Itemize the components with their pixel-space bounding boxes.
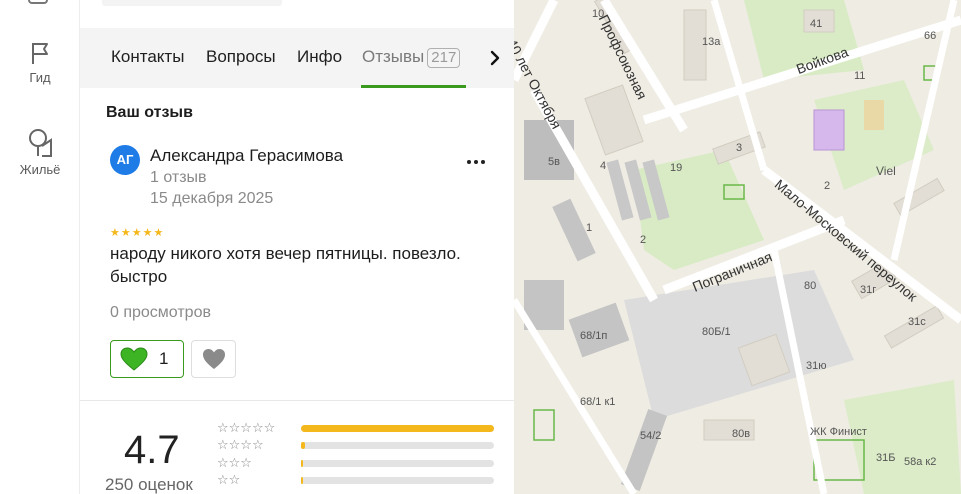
review-views: 0 просмотров — [110, 304, 211, 321]
rating-count: 250 оценок — [105, 475, 193, 494]
map-label: 1 — [586, 222, 593, 234]
map-label: 19 — [670, 162, 683, 174]
map-label: 68/1 к1 — [580, 396, 616, 408]
map-label: 11 — [854, 70, 866, 82]
map-label: 54/2 — [640, 430, 662, 442]
avatar[interactable]: АГ — [110, 145, 140, 175]
dislike-button[interactable] — [191, 340, 236, 378]
dist-bar-track — [301, 442, 494, 449]
map-label: Viel — [876, 164, 896, 178]
dist-bar-track — [301, 425, 494, 432]
dist-bar-fill — [301, 425, 494, 432]
map-view[interactable]: 40 лет Октября Профсоюзная Войкова Погра… — [514, 0, 961, 494]
review-author[interactable]: Александра Герасимова — [150, 146, 343, 166]
rail-item-housing-label: Жильё — [19, 162, 61, 177]
rail-top-icon-fragment — [28, 0, 48, 4]
review-rating-stars: ★★★★★ — [110, 227, 165, 239]
like-count: 1 — [159, 349, 169, 368]
dist-stars-label: ☆☆☆☆ — [217, 437, 264, 452]
tab-reviews[interactable]: Отзывы 217 — [362, 47, 461, 68]
review-date: 15 декабря 2025 — [150, 190, 274, 207]
house-tree-icon — [29, 129, 52, 157]
dist-bar-track — [301, 477, 494, 484]
active-tab-indicator — [361, 85, 466, 88]
place-panel: Контакты Вопросы Инфо Отзывы 217 Ваш отзы… — [80, 0, 514, 494]
green-heart-icon — [120, 347, 148, 371]
section-divider — [80, 400, 514, 401]
more-options-icon[interactable] — [464, 148, 488, 172]
review-text: народу никого хотя вечер пятницы. повезл… — [110, 244, 461, 286]
tab-info[interactable]: Инфо — [297, 47, 342, 67]
industrial-area — [624, 270, 854, 420]
your-review-title: Ваш отзыв — [106, 104, 193, 121]
map-label: 5в — [548, 156, 560, 168]
map-label: 68/1п — [580, 330, 608, 342]
sports-field — [533, 409, 555, 441]
map-label: 2 — [824, 180, 831, 192]
tab-reviews-label: Отзывы — [362, 47, 425, 66]
building — [893, 177, 945, 217]
map-label: 80 — [804, 280, 817, 292]
map-label: 10 — [592, 8, 605, 20]
dist-bar-fill — [301, 477, 303, 484]
map-label: 4 — [600, 160, 607, 172]
map-label: 31г — [860, 284, 877, 296]
tab-bar: Контакты Вопросы Инфо Отзывы 217 — [80, 28, 514, 88]
building — [864, 100, 884, 130]
map-label: 2 — [640, 234, 647, 246]
grey-heart-icon — [203, 349, 225, 369]
map-label: 80в — [732, 428, 751, 440]
tab-contacts[interactable]: Контакты — [111, 47, 184, 67]
left-rail: Гид Жильё — [0, 0, 80, 494]
like-button[interactable]: 1 — [110, 340, 184, 378]
map-canvas[interactable] — [514, 0, 961, 494]
rail-item-guide[interactable]: Гид — [0, 40, 80, 85]
dist-bar-fill — [301, 460, 303, 467]
author-reviews-count: 1 отзыв — [150, 169, 207, 186]
map-label: 31с — [908, 316, 926, 328]
map-label: 80Б/1 — [702, 326, 731, 338]
flag-icon — [32, 43, 48, 64]
tab-questions[interactable]: Вопросы — [206, 47, 276, 67]
rail-item-housing[interactable]: Жильё — [0, 126, 80, 177]
map-label: 41 — [810, 18, 823, 30]
map-label: ЖК Финист — [810, 426, 867, 438]
tab-reviews-count-badge: 217 — [427, 48, 461, 68]
map-label: 31Б — [876, 452, 896, 464]
purple-building — [813, 109, 845, 151]
average-rating: 4.7 — [124, 428, 180, 472]
dist-bar-fill — [301, 442, 305, 449]
map-label: 3 — [736, 142, 743, 154]
map-label: 66 — [924, 30, 937, 42]
map-label: 58а к2 — [904, 456, 937, 468]
dist-stars-label: ☆☆☆☆☆ — [217, 420, 276, 435]
map-label: 13а — [702, 36, 721, 48]
map-label: 31ю — [806, 360, 827, 372]
dist-stars-label: ☆☆☆ — [217, 455, 252, 470]
dist-stars-label: ☆☆ — [217, 472, 241, 487]
chevron-right-icon[interactable] — [486, 46, 504, 70]
rail-item-guide-label: Гид — [29, 70, 51, 85]
panel-top-fragment — [102, 0, 282, 6]
dist-bar-track — [301, 460, 494, 467]
